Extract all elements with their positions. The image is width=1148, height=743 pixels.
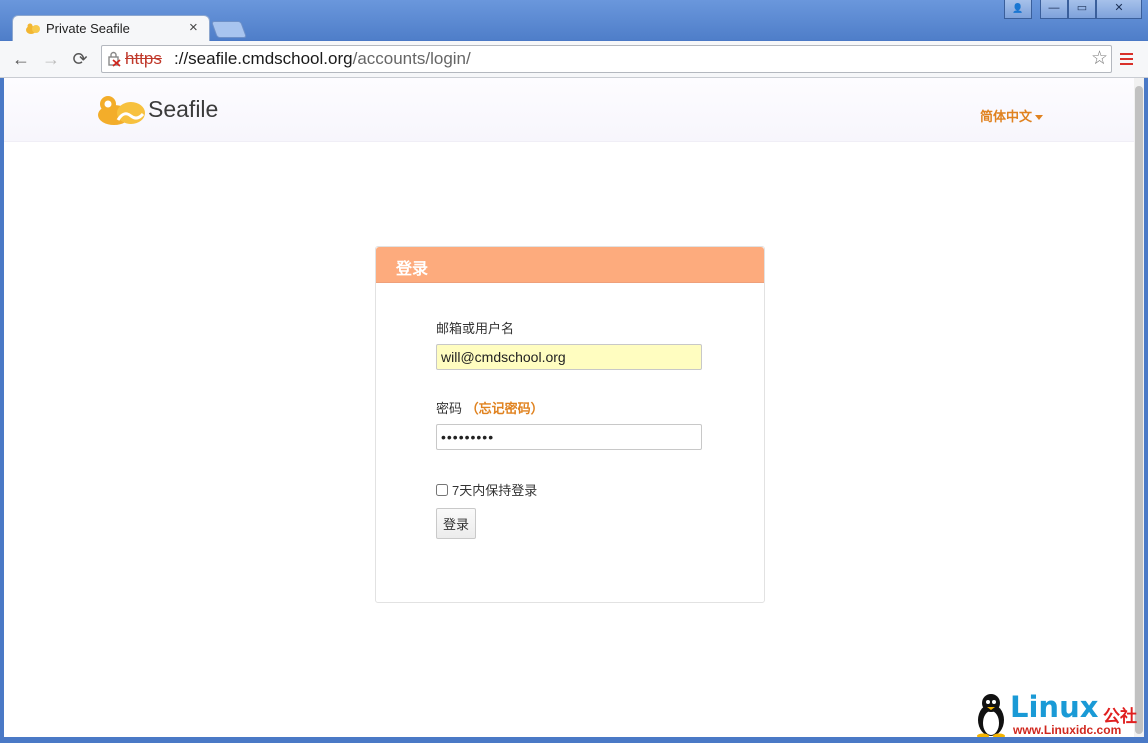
watermark-url: www.Linuxidc.com bbox=[1013, 723, 1122, 737]
browser-toolbar: ← → ⟳ https ://seafile.cmdschool.org/acc… bbox=[0, 41, 1148, 78]
caret-down-icon bbox=[1035, 115, 1044, 121]
password-input[interactable] bbox=[436, 424, 702, 450]
language-label: 简体中文 bbox=[980, 109, 1033, 124]
window-controls: 👤 — ▭ ✕ bbox=[1004, 0, 1142, 19]
bookmark-star-icon[interactable]: ☆ bbox=[1091, 47, 1108, 70]
address-bar[interactable]: https ://seafile.cmdschool.org/accounts/… bbox=[101, 45, 1112, 73]
url-text: ://seafile.cmdschool.org/accounts/login/ bbox=[174, 49, 471, 69]
remember-me-checkbox[interactable] bbox=[436, 484, 448, 496]
password-label: 密码 bbox=[436, 401, 463, 416]
forward-arrow-icon[interactable]: → bbox=[40, 48, 62, 70]
browser-menu-icon[interactable] bbox=[1120, 53, 1133, 65]
url-scheme: https bbox=[125, 49, 162, 68]
user-icon[interactable]: 👤 bbox=[1004, 0, 1032, 19]
close-window-icon[interactable]: ✕ bbox=[1096, 0, 1142, 19]
back-arrow-icon[interactable]: ← bbox=[10, 48, 32, 70]
url-host: ://seafile.cmdschool.org bbox=[174, 49, 353, 68]
seafile-favicon-icon bbox=[26, 23, 40, 34]
logo-text: Seafile bbox=[148, 96, 219, 122]
language-selector[interactable]: 简体中文 bbox=[980, 106, 1044, 125]
url-path: /accounts/login/ bbox=[352, 49, 471, 68]
page-viewport: Seafile 简体中文 登录 邮箱或用户名 密码 （忘记密码） 7天内保持登录… bbox=[4, 78, 1134, 737]
penguin-icon bbox=[977, 694, 1005, 739]
insecure-lock-icon bbox=[108, 51, 121, 67]
scrollbar-thumb[interactable] bbox=[1135, 86, 1143, 734]
seafile-logo-icon bbox=[98, 96, 145, 125]
seafile-logo[interactable]: Seafile bbox=[96, 93, 220, 127]
reload-icon[interactable]: ⟳ bbox=[69, 48, 91, 70]
username-label: 邮箱或用户名 bbox=[436, 321, 515, 336]
remember-me-label: 7天内保持登录 bbox=[452, 483, 538, 498]
maximize-icon[interactable]: ▭ bbox=[1068, 0, 1096, 19]
minimize-icon[interactable]: — bbox=[1040, 0, 1068, 19]
remember-me[interactable]: 7天内保持登录 bbox=[436, 480, 537, 499]
password-label-row: 密码 （忘记密码） bbox=[436, 398, 544, 417]
new-tab-button[interactable] bbox=[210, 21, 248, 38]
site-header: Seafile 简体中文 bbox=[4, 78, 1134, 142]
login-submit-button[interactable]: 登录 bbox=[436, 508, 476, 539]
watermark-brand: Linux bbox=[1010, 690, 1099, 724]
linuxidc-watermark: Linux 公社 www.Linuxidc.com bbox=[972, 690, 1142, 739]
username-input[interactable] bbox=[436, 344, 702, 370]
window-bottom-border bbox=[0, 737, 1148, 741]
forgot-password-link[interactable]: （忘记密码） bbox=[466, 401, 544, 416]
login-title: 登录 bbox=[396, 261, 429, 278]
login-panel-header: 登录 bbox=[376, 247, 764, 283]
login-panel: 登录 邮箱或用户名 密码 （忘记密码） 7天内保持登录 登录 bbox=[375, 246, 765, 603]
window-titlebar: Private Seafile × 👤 — ▭ ✕ bbox=[0, 0, 1148, 43]
tab-private-seafile[interactable]: Private Seafile × bbox=[12, 15, 210, 43]
tab-title: Private Seafile bbox=[46, 21, 130, 36]
vertical-scrollbar[interactable] bbox=[1134, 78, 1144, 737]
tab-close-icon[interactable]: × bbox=[189, 19, 198, 36]
